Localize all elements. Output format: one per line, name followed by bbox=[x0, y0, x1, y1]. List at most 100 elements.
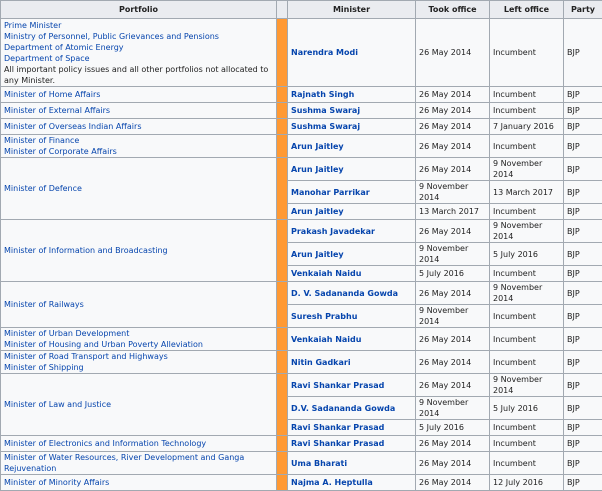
table-row: Minister of Minority Affairs Najma A. Hep… bbox=[1, 475, 602, 491]
minister-link[interactable]: D. V. Sadananda Gowda bbox=[291, 289, 398, 298]
portfolio-cell: Minister of Home Affairs bbox=[1, 87, 277, 103]
portfolio-link[interactable]: Minister of Housing and Urban Poverty Al… bbox=[4, 339, 273, 350]
party-cell[interactable]: BJP bbox=[564, 87, 602, 103]
party-header[interactable]: Party bbox=[564, 1, 602, 19]
minister-link[interactable]: Venkaiah Naidu bbox=[291, 335, 361, 344]
party-cell[interactable]: BJP bbox=[564, 282, 602, 305]
left-office-cell: Incumbent bbox=[490, 436, 564, 452]
minister-header[interactable]: Minister bbox=[288, 1, 416, 19]
portfolio-link[interactable]: Minister of Road Transport and Highways bbox=[4, 351, 273, 362]
portfolio-cell: Minister of Information and Broadcasting bbox=[1, 220, 277, 282]
portfolio-cell: Minister of Minority Affairs bbox=[1, 475, 277, 491]
portfolio-link[interactable]: Minister of Electronics and Information … bbox=[4, 438, 273, 449]
minister-link[interactable]: Venkaiah Naidu bbox=[291, 269, 361, 278]
minister-link[interactable]: Nitin Gadkari bbox=[291, 358, 351, 367]
table-row: Prime MinisterMinistry of Personnel, Pub… bbox=[1, 19, 602, 87]
portfolio-link[interactable]: Minister of Urban Development bbox=[4, 328, 273, 339]
party-cell[interactable]: BJP bbox=[564, 19, 602, 87]
minister-cell: D. V. Sadananda Gowda bbox=[288, 282, 416, 305]
minister-link[interactable]: Uma Bharati bbox=[291, 459, 347, 468]
portfolio-link[interactable]: Department of Atomic Energy bbox=[4, 42, 273, 53]
portfolio-link[interactable]: Minister of Finance bbox=[4, 135, 273, 146]
minister-cell: Arun Jaitley bbox=[288, 158, 416, 181]
left-office-cell: Incumbent bbox=[490, 19, 564, 87]
portfolio-link[interactable]: Prime Minister bbox=[4, 20, 273, 31]
minister-link[interactable]: Ravi Shankar Prasad bbox=[291, 381, 384, 390]
took-office-cell: 26 May 2014 bbox=[416, 436, 490, 452]
portfolio-link[interactable]: Minister of External Affairs bbox=[4, 105, 273, 116]
table-row: Minister of External Affairs Sushma Swara… bbox=[1, 103, 602, 119]
portfolio-link[interactable]: Minister of Defence bbox=[4, 183, 273, 194]
minister-link[interactable]: Arun Jaitley bbox=[291, 250, 344, 259]
portfolio-cell: Minister of Electronics and Information … bbox=[1, 436, 277, 452]
took-office-cell: 13 March 2017 bbox=[416, 204, 490, 220]
party-cell[interactable]: BJP bbox=[564, 135, 602, 158]
party-cell[interactable]: BJP bbox=[564, 158, 602, 181]
portfolio-cell: Minister of Road Transport and HighwaysM… bbox=[1, 351, 277, 374]
minister-link[interactable]: Arun Jaitley bbox=[291, 142, 344, 151]
party-color-bar bbox=[277, 158, 288, 220]
portfolio-link[interactable]: Minister of Home Affairs bbox=[4, 89, 273, 100]
minister-link[interactable]: Ravi Shankar Prasad bbox=[291, 439, 384, 448]
minister-cell: Ravi Shankar Prasad bbox=[288, 420, 416, 436]
took-office-header[interactable]: Took office bbox=[416, 1, 490, 19]
party-color-bar bbox=[277, 119, 288, 135]
portfolio-link[interactable]: Minister of Water Resources, River Devel… bbox=[4, 452, 273, 474]
took-office-cell: 26 May 2014 bbox=[416, 135, 490, 158]
took-office-cell: 26 May 2014 bbox=[416, 220, 490, 243]
left-office-cell: Incumbent bbox=[490, 305, 564, 328]
minister-link[interactable]: Prakash Javadekar bbox=[291, 227, 375, 236]
party-cell[interactable]: BJP bbox=[564, 436, 602, 452]
left-office-cell: 5 July 2016 bbox=[490, 397, 564, 420]
minister-link[interactable]: Arun Jaitley bbox=[291, 207, 344, 216]
portfolio-link[interactable]: Department of Space bbox=[4, 53, 273, 64]
party-cell[interactable]: BJP bbox=[564, 119, 602, 135]
left-office-cell: 9 November 2014 bbox=[490, 158, 564, 181]
portfolio-link[interactable]: Minister of Overseas Indian Affairs bbox=[4, 121, 273, 132]
party-cell[interactable]: BJP bbox=[564, 305, 602, 328]
minister-link[interactable]: Manohar Parrikar bbox=[291, 188, 370, 197]
portfolio-link[interactable]: Minister of Shipping bbox=[4, 362, 273, 373]
party-cell[interactable]: BJP bbox=[564, 266, 602, 282]
party-cell[interactable]: BJP bbox=[564, 351, 602, 374]
minister-link[interactable]: Ravi Shankar Prasad bbox=[291, 423, 384, 432]
minister-link[interactable]: Arun Jaitley bbox=[291, 165, 344, 174]
party-cell[interactable]: BJP bbox=[564, 374, 602, 397]
portfolio-link[interactable]: Minister of Information and Broadcasting bbox=[4, 245, 273, 256]
portfolio-link[interactable]: Minister of Corporate Affairs bbox=[4, 146, 273, 157]
party-cell[interactable]: BJP bbox=[564, 420, 602, 436]
party-cell[interactable]: BJP bbox=[564, 103, 602, 119]
party-cell[interactable]: BJP bbox=[564, 181, 602, 204]
portfolio-link[interactable]: Minister of Railways bbox=[4, 299, 273, 310]
took-office-cell: 9 November 2014 bbox=[416, 243, 490, 266]
left-office-cell: Incumbent bbox=[490, 204, 564, 220]
portfolio-note: All important policy issues and all othe… bbox=[4, 64, 273, 86]
left-office-cell: Incumbent bbox=[490, 87, 564, 103]
ministers-table: Portfolio Minister Took office Left offi… bbox=[0, 0, 602, 491]
portfolio-link[interactable]: Ministry of Personnel, Public Grievances… bbox=[4, 31, 273, 42]
party-cell[interactable]: BJP bbox=[564, 204, 602, 220]
party-color-bar bbox=[277, 452, 288, 475]
minister-link[interactable]: Narendra Modi bbox=[291, 48, 358, 57]
took-office-cell: 9 November 2014 bbox=[416, 181, 490, 204]
minister-link[interactable]: D.V. Sadananda Gowda bbox=[291, 404, 395, 413]
party-cell[interactable]: BJP bbox=[564, 220, 602, 243]
left-office-header[interactable]: Left office bbox=[490, 1, 564, 19]
portfolio-link[interactable]: Minister of Law and Justice bbox=[4, 399, 273, 410]
minister-link[interactable]: Suresh Prabhu bbox=[291, 312, 357, 321]
minister-link[interactable]: Najma A. Heptulla bbox=[291, 478, 373, 487]
minister-link[interactable]: Rajnath Singh bbox=[291, 90, 354, 99]
party-cell[interactable]: BJP bbox=[564, 243, 602, 266]
portfolio-header[interactable]: Portfolio bbox=[1, 1, 277, 19]
party-cell[interactable]: BJP bbox=[564, 397, 602, 420]
party-cell[interactable]: BJP bbox=[564, 475, 602, 491]
minister-cell: Venkaiah Naidu bbox=[288, 328, 416, 351]
minister-link[interactable]: Sushma Swaraj bbox=[291, 106, 360, 115]
minister-link[interactable]: Sushma Swaraj bbox=[291, 122, 360, 131]
took-office-cell: 26 May 2014 bbox=[416, 452, 490, 475]
minister-cell: Arun Jaitley bbox=[288, 204, 416, 220]
minister-cell: Rajnath Singh bbox=[288, 87, 416, 103]
party-cell[interactable]: BJP bbox=[564, 452, 602, 475]
portfolio-link[interactable]: Minister of Minority Affairs bbox=[4, 477, 273, 488]
party-cell[interactable]: BJP bbox=[564, 328, 602, 351]
